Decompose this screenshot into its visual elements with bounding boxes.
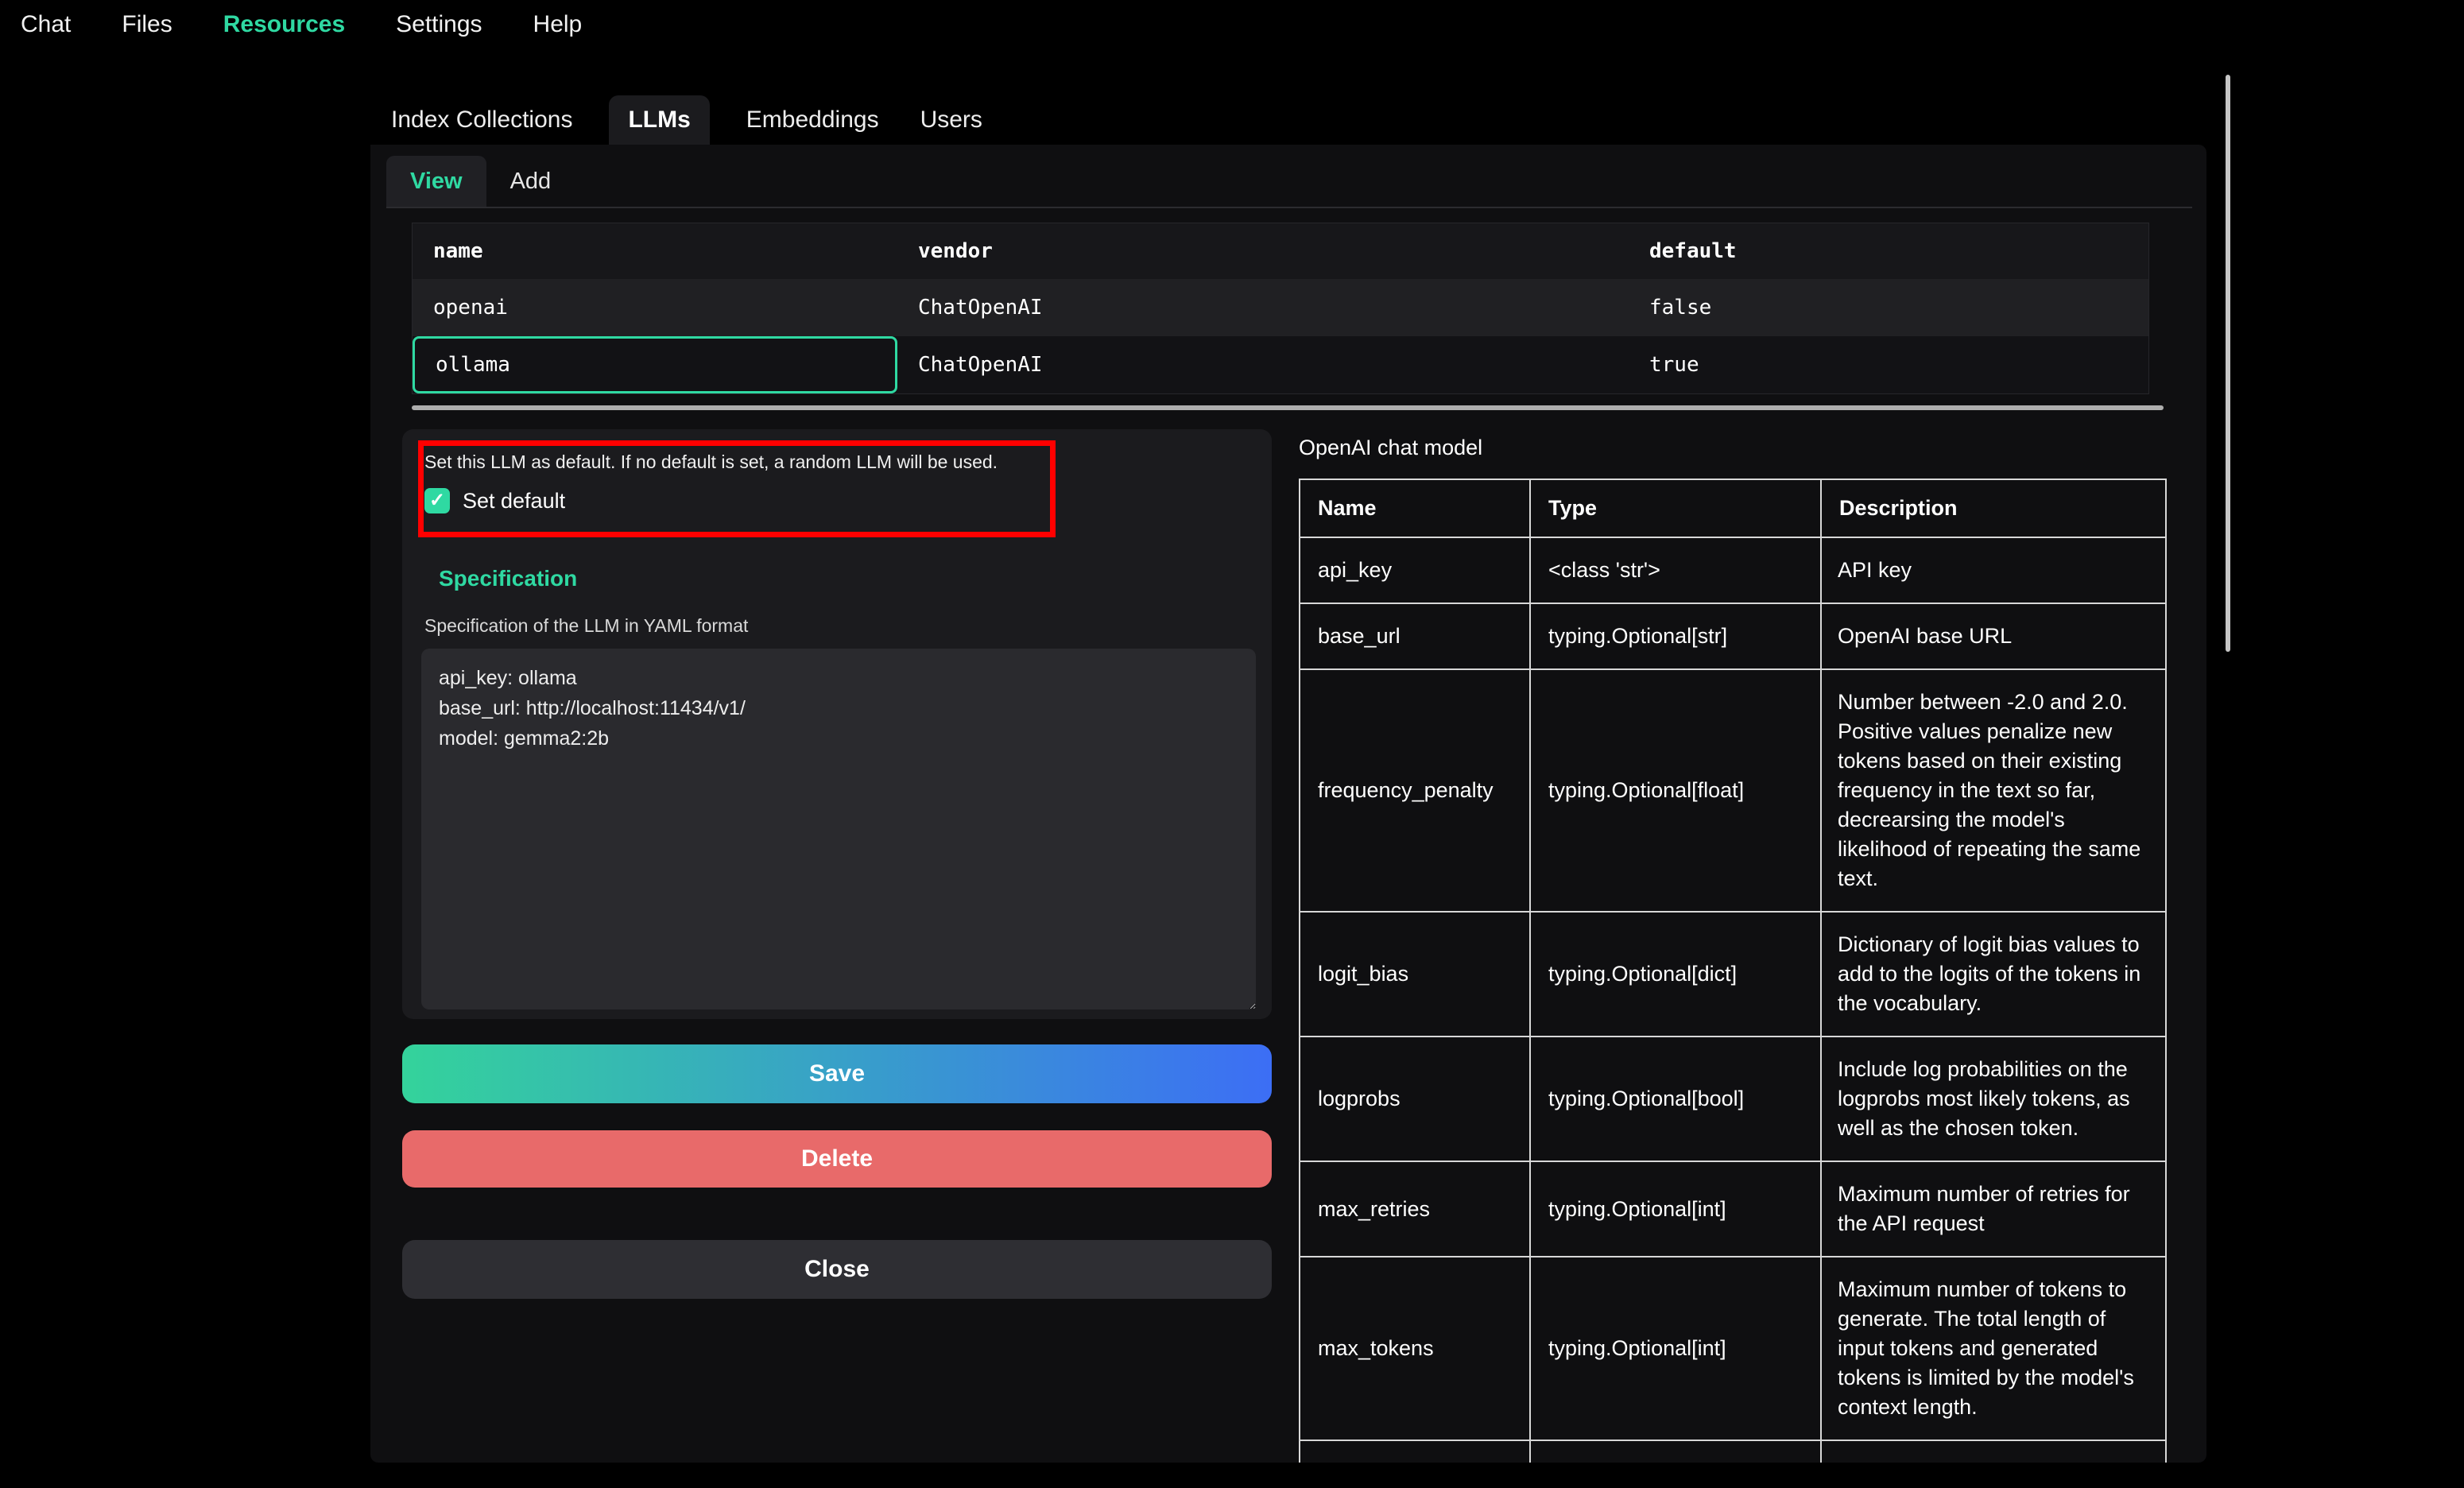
param-name: base_url [1300,603,1530,669]
param-row-max-tokens: max_tokens typing.Optional[int] Maximum … [1300,1257,2166,1440]
column-header-vendor: vendor [897,223,1629,279]
nav-item-settings[interactable]: Settings [396,11,482,38]
close-button[interactable]: Close [402,1240,1272,1299]
column-header-name: name [413,223,897,279]
specification-heading: Specification [439,566,577,591]
horizontal-scrollbar[interactable] [412,405,2164,410]
param-description: Include log probabilities on the logprob… [1821,1037,2166,1161]
subtab-bar: View Add [386,156,2192,208]
column-header-description: Description [1821,479,2166,537]
delete-button[interactable]: Delete [402,1130,1272,1188]
param-name: max_retries [1300,1161,1530,1257]
tab-llms[interactable]: LLMs [609,95,709,145]
tab-embeddings[interactable]: Embeddings [742,95,884,145]
model-table-header: Name Type Description [1300,479,2166,537]
subtab-add[interactable]: Add [486,156,575,207]
llm-row-openai[interactable]: openai ChatOpenAI false [413,279,2148,336]
param-description: Maximum number of retries for the API re… [1821,1161,2166,1257]
main-tab-bar: Index Collections LLMs Embeddings Users [386,95,987,145]
subtab-view[interactable]: View [386,156,486,207]
param-row-max-retries: max_retries typing.Optional[int] Maximum… [1300,1161,2166,1257]
param-type: typing.Optional[bool] [1530,1037,1821,1161]
param-description: API key [1821,537,2166,603]
llm-table-header: name vendor default [413,223,2148,279]
llm-detail-card: Set this LLM as default. If no default i… [402,429,1272,1019]
param-type: typing.Optional[int] [1530,1161,1821,1257]
set-default-label[interactable]: Set default [463,489,565,513]
param-description: Dictionary of logit bias values to add t… [1821,912,2166,1037]
param-row-api-key: api_key <class 'str'> API key [1300,537,2166,603]
llm-default-cell: false [1629,279,2148,336]
param-name: max_tokens [1300,1257,1530,1440]
save-button[interactable]: Save [402,1044,1272,1103]
spec-yaml-textarea[interactable]: api_key: ollama base_url: http://localho… [421,649,1256,1009]
llm-default-cell: true [1629,336,2148,393]
param-name: logit_bias [1300,912,1530,1037]
nav-item-files[interactable]: Files [122,11,172,38]
llm-table: name vendor default openai ChatOpenAI fa… [412,223,2149,394]
check-icon: ✓ [429,491,445,510]
set-default-checkbox[interactable]: ✓ [424,488,450,513]
param-name: logprobs [1300,1037,1530,1161]
param-type: typing.Optional[dict] [1530,912,1821,1037]
param-description: Maximum number of tokens to generate. Th… [1821,1257,2166,1440]
param-row-frequency-penalty: frequency_penalty typing.Optional[float]… [1300,669,2166,912]
column-header-name: Name [1300,479,1530,537]
default-hint-text: Set this LLM as default. If no default i… [424,451,1052,473]
column-header-type: Type [1530,479,1821,537]
param-type: typing.Optional[float] [1530,669,1821,912]
param-description: Number between -2.0 and 2.0. Positive va… [1821,669,2166,912]
llm-name-cell: openai [413,279,897,336]
param-row-logprobs: logprobs typing.Optional[bool] Include l… [1300,1037,2166,1161]
param-description: OpenAI base URL [1821,603,2166,669]
model-info-title: OpenAI chat model [1299,436,2165,460]
param-name: api_key [1300,537,1530,603]
llms-panel: View Add name vendor default openai Chat… [370,145,2206,1463]
llm-row-ollama[interactable]: ollama ChatOpenAI true [413,336,2148,393]
param-row-logit-bias: logit_bias typing.Optional[dict] Diction… [1300,912,2166,1037]
param-row-partial [1300,1440,2166,1463]
tab-index-collections[interactable]: Index Collections [386,95,577,145]
nav-item-chat[interactable]: Chat [21,11,71,38]
specification-subtext: Specification of the LLM in YAML format [424,615,748,637]
param-type: typing.Optional[str] [1530,603,1821,669]
llm-vendor-cell: ChatOpenAI [897,336,1629,393]
param-type: <class 'str'> [1530,537,1821,603]
param-type: typing.Optional[int] [1530,1257,1821,1440]
llm-vendor-cell: ChatOpenAI [897,279,1629,336]
llm-name-cell-selected: ollama [413,336,897,393]
tab-users[interactable]: Users [916,95,987,145]
set-default-row: ✓ Set default [424,488,565,513]
model-info: OpenAI chat model Name Type Description … [1299,436,2165,1463]
param-name: frequency_penalty [1300,669,1530,912]
vertical-scrollbar[interactable] [2226,75,2230,652]
param-row-base-url: base_url typing.Optional[str] OpenAI bas… [1300,603,2166,669]
column-header-default: default [1629,223,2148,279]
nav-item-resources[interactable]: Resources [223,11,345,38]
top-nav: Chat Files Resources Settings Help [0,0,582,49]
nav-item-help[interactable]: Help [533,11,583,38]
model-params-table: Name Type Description api_key <class 'st… [1299,479,2167,1463]
